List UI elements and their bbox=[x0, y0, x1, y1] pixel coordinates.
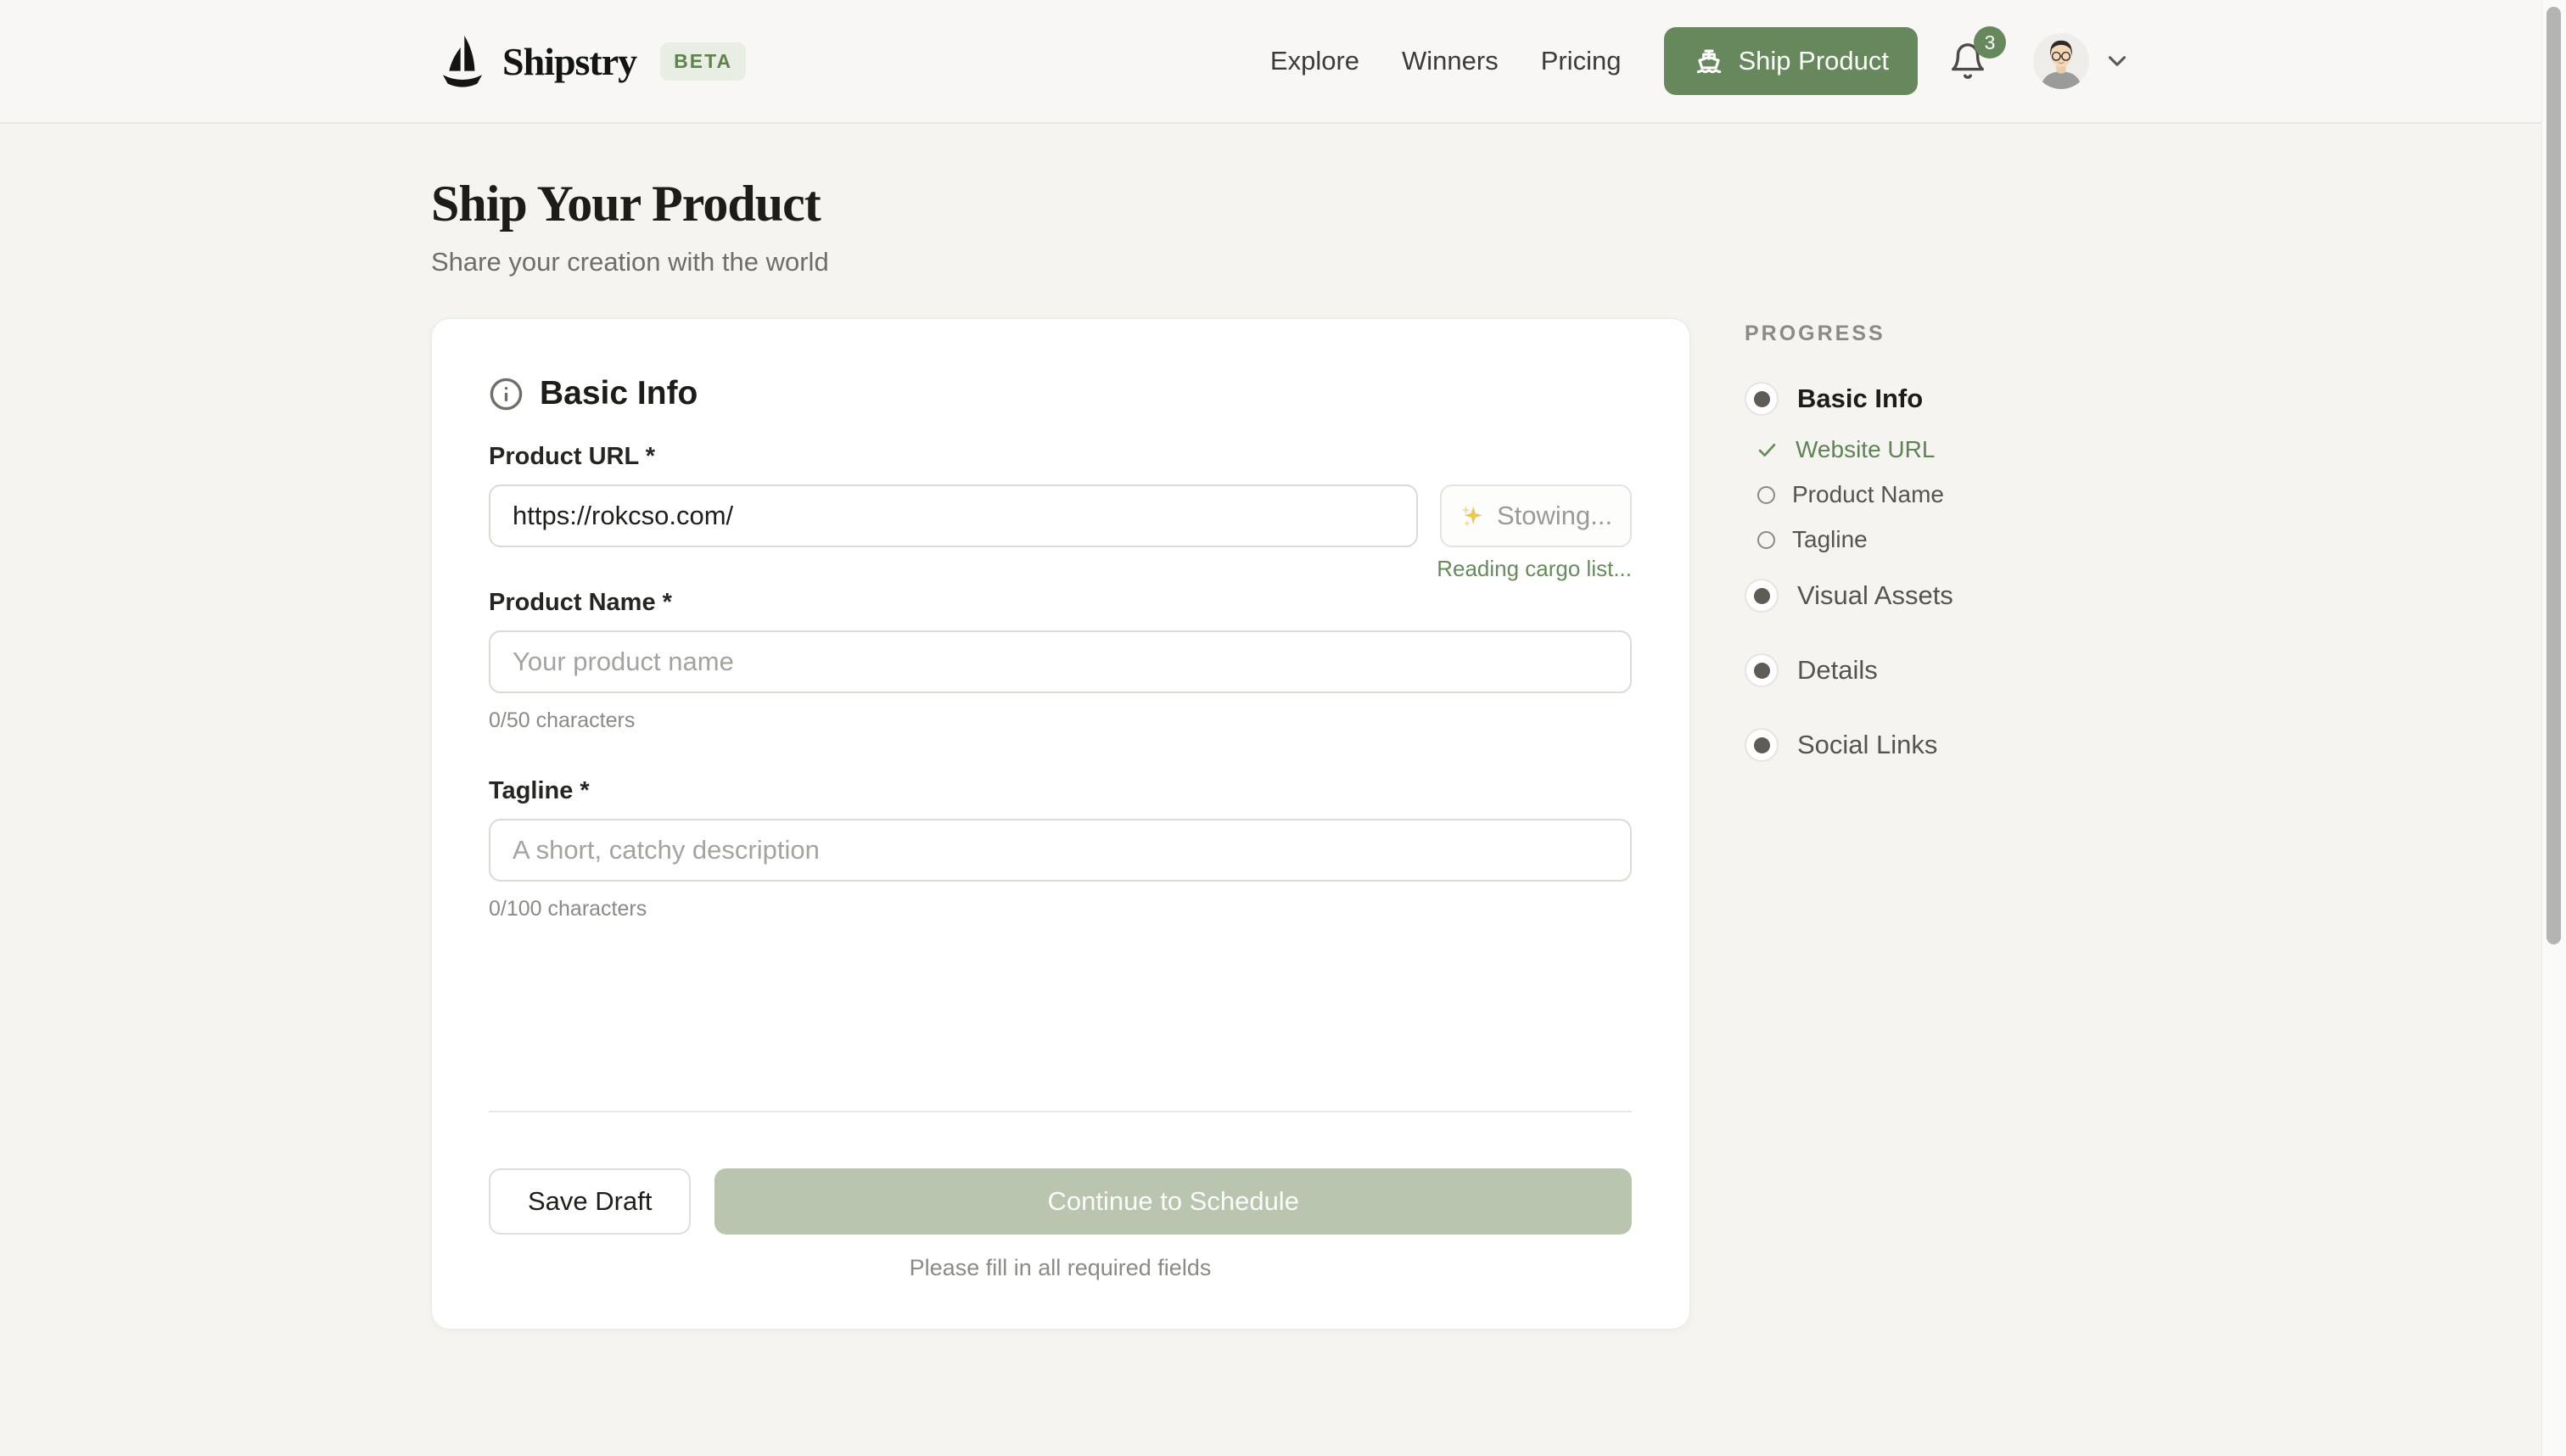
beta-badge: BETA bbox=[660, 42, 746, 81]
user-avatar[interactable] bbox=[2033, 33, 2089, 89]
substep-website-url[interactable]: Website URL bbox=[1756, 436, 2143, 463]
fetch-url-button[interactable]: Stowing... bbox=[1440, 484, 1632, 547]
page-subtitle: Share your creation with the world bbox=[431, 247, 2566, 277]
top-navigation-bar: Shipstry BETA Explore Winners Pricing Sh… bbox=[0, 0, 2566, 124]
tagline-field: Tagline * 0/100 characters bbox=[489, 777, 1632, 921]
tagline-counter: 0/100 characters bbox=[489, 897, 1632, 921]
continue-button[interactable]: Continue to Schedule bbox=[714, 1168, 1632, 1235]
step-dot-icon bbox=[1745, 382, 1779, 416]
product-url-field: Product URL * Stowing... Reading cargo l… bbox=[489, 443, 1632, 582]
vertical-scrollbar-thumb[interactable] bbox=[2546, 7, 2561, 944]
basic-info-substeps: Website URL Product Name Tagline bbox=[1756, 436, 2143, 553]
section-title: Basic Info bbox=[540, 375, 698, 412]
check-icon bbox=[1756, 439, 1779, 462]
ship-icon bbox=[1693, 45, 1725, 77]
step-dot-icon bbox=[1745, 579, 1779, 613]
progress-step-details[interactable]: Details bbox=[1745, 653, 2143, 687]
user-avatar-illustration bbox=[2033, 33, 2089, 89]
brand[interactable]: Shipstry BETA bbox=[431, 30, 746, 92]
product-name-counter: 0/50 characters bbox=[489, 708, 1632, 733]
step-label: Basic Info bbox=[1797, 384, 1923, 414]
ship-product-label: Ship Product bbox=[1739, 46, 1890, 76]
url-fetch-status: Reading cargo list... bbox=[489, 556, 1632, 582]
product-url-label: Product URL * bbox=[489, 443, 1632, 471]
step-label: Visual Assets bbox=[1797, 580, 1953, 611]
product-url-input[interactable] bbox=[489, 484, 1418, 547]
product-name-field: Product Name * 0/50 characters bbox=[489, 589, 1632, 733]
nav-item-pricing[interactable]: Pricing bbox=[1541, 46, 1622, 76]
tagline-input[interactable] bbox=[489, 819, 1632, 882]
step-dot-icon bbox=[1745, 728, 1779, 762]
page-title: Ship Your Product bbox=[431, 175, 2566, 233]
product-name-label: Product Name * bbox=[489, 589, 1632, 617]
nav-item-explore[interactable]: Explore bbox=[1270, 46, 1359, 76]
tagline-label: Tagline * bbox=[489, 777, 1632, 805]
section-heading: Basic Info bbox=[489, 375, 1632, 412]
nav-item-winners[interactable]: Winners bbox=[1402, 46, 1499, 76]
progress-sidebar: PROGRESS Basic Info Website URL P bbox=[1745, 318, 2143, 762]
required-fields-note: Please fill in all required fields bbox=[489, 1255, 1632, 1281]
step-label: Details bbox=[1797, 655, 1878, 686]
progress-step-visual-assets[interactable]: Visual Assets bbox=[1745, 579, 2143, 613]
sailboat-icon bbox=[431, 30, 494, 92]
form-actions: Save Draft Continue to Schedule bbox=[489, 1168, 1632, 1235]
main-content: Ship Your Product Share your creation wi… bbox=[0, 124, 2566, 1330]
chevron-down-icon bbox=[2103, 47, 2132, 76]
user-menu-chevron[interactable] bbox=[2103, 47, 2132, 76]
circle-icon bbox=[1757, 531, 1775, 549]
brand-name: Shipstry bbox=[502, 39, 636, 84]
notification-count-badge: 3 bbox=[1974, 26, 2006, 59]
card-divider bbox=[489, 1111, 1632, 1112]
notifications-button[interactable]: 3 bbox=[1948, 40, 1987, 82]
fetch-url-label: Stowing... bbox=[1497, 501, 1612, 531]
ship-product-button[interactable]: Ship Product bbox=[1664, 27, 1919, 95]
substep-product-name[interactable]: Product Name bbox=[1756, 481, 2143, 508]
progress-step-social-links[interactable]: Social Links bbox=[1745, 728, 2143, 762]
basic-info-card: Basic Info Product URL * Stowing... bbox=[431, 318, 1690, 1330]
step-dot-icon bbox=[1745, 653, 1779, 687]
save-draft-button[interactable]: Save Draft bbox=[489, 1168, 691, 1235]
info-icon bbox=[489, 377, 524, 412]
vertical-scrollbar-track[interactable] bbox=[2541, 0, 2566, 1456]
header-actions: Explore Winners Pricing Ship Product 3 bbox=[1270, 27, 2132, 95]
product-name-input[interactable] bbox=[489, 630, 1632, 693]
step-label: Social Links bbox=[1797, 730, 1937, 760]
substep-label: Website URL bbox=[1796, 436, 1935, 463]
circle-icon bbox=[1757, 486, 1775, 504]
substep-label: Tagline bbox=[1792, 526, 1868, 553]
substep-label: Product Name bbox=[1792, 481, 1944, 508]
progress-title: PROGRESS bbox=[1745, 322, 2143, 346]
sparkles-icon bbox=[1459, 503, 1485, 529]
substep-tagline[interactable]: Tagline bbox=[1756, 526, 2143, 553]
progress-step-basic-info[interactable]: Basic Info bbox=[1745, 382, 2143, 416]
